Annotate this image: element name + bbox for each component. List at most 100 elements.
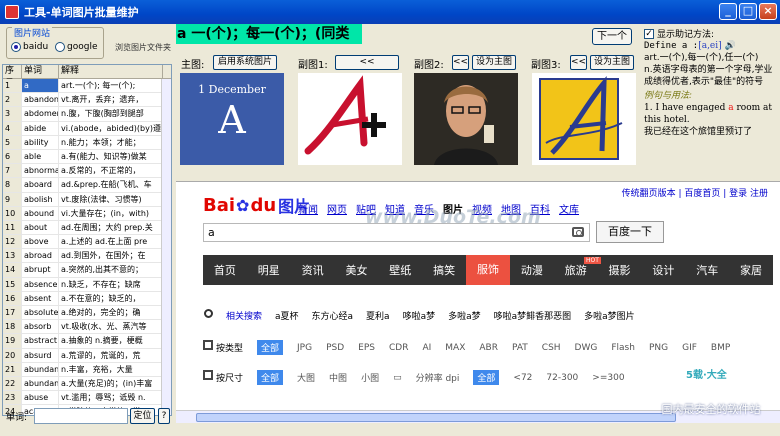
table-row[interactable]: 21abundancen.丰富，充裕，大量	[3, 362, 171, 377]
type-filter-option[interactable]: CDR	[389, 343, 408, 353]
use-system-image-button[interactable]: 启用系统图片	[213, 55, 277, 70]
camera-icon[interactable]	[572, 227, 584, 237]
nav-item[interactable]: 首页	[203, 262, 247, 278]
table-row[interactable]: 9 abolish vt.废除(法律、习惯等)	[3, 192, 171, 207]
nav-item[interactable]: 服饰	[466, 255, 510, 285]
table-row[interactable]: 11 about ad.在周围；大约 prep.关	[3, 220, 171, 236]
sub-image-2-set-main-button[interactable]: 设为主图	[472, 55, 516, 70]
resolution-option[interactable]: <72	[513, 373, 532, 383]
table-row[interactable]: 1 a art.一(个); 每一(个);	[3, 79, 171, 94]
type-filter-option[interactable]: Flash	[611, 343, 635, 353]
resolution-option[interactable]: >=300	[592, 373, 624, 383]
speaker-icon[interactable]: 🔊	[722, 41, 736, 51]
nav-item[interactable]: 家居	[729, 262, 773, 278]
resolution-option[interactable]: 全部	[473, 370, 500, 385]
table-row[interactable]: 3 abdomen n.腹，下腹(胸部到腿部	[3, 107, 171, 122]
browse-folder-link[interactable]: 浏览图片文件夹	[115, 42, 171, 53]
channel-link[interactable]: 新闻	[298, 201, 318, 216]
table-row[interactable]: 10 abound vi.大量存在；(in，with)	[3, 206, 171, 221]
nav-item[interactable]: 资讯	[291, 262, 335, 278]
sub-image-2-prev-button[interactable]: <<	[452, 55, 469, 70]
channel-link[interactable]: 视频	[472, 201, 492, 216]
nav-item[interactable]: 壁纸	[378, 262, 422, 278]
radio-google[interactable]: google	[55, 42, 97, 52]
table-row[interactable]: 8 aboard ad.&prep.在船(飞机、车	[3, 178, 171, 193]
related-search-link[interactable]: 哆啦a梦鲱香那恶图	[494, 309, 572, 322]
table-row[interactable]: 6 able a.有(能力、知识等)做某	[3, 149, 171, 165]
type-filter-option[interactable]: PSD	[326, 343, 344, 353]
table-row[interactable]: 17 absolute a.绝对的，完全的；确	[3, 306, 171, 321]
search-button[interactable]: 百度一下	[596, 221, 664, 243]
resolution-option[interactable]: 72-300	[546, 373, 578, 383]
table-row[interactable]: 15 absence n.缺乏，不存在；缺席	[3, 277, 171, 292]
sub-image-3-prev-button[interactable]: <<	[570, 55, 587, 70]
table-row[interactable]: 19 abstract a.抽象的 n.摘要，梗概	[3, 334, 171, 349]
main-image[interactable]: 1 December A	[180, 73, 284, 165]
table-row[interactable]: 16 absent a.不在意的；缺乏的，	[3, 291, 171, 306]
nav-item[interactable]: 明星	[247, 262, 291, 278]
channel-link[interactable]: 贴吧	[356, 201, 376, 216]
table-row[interactable]: 7 abnormal a.反常的，不正常的，	[3, 164, 171, 179]
embedded-browser[interactable]: 传统翻页版本 | 百度首页 | 登录 注册 Bai ✿ du 图片 新闻 网页 贴吧…	[176, 181, 780, 423]
header-index[interactable]: 序号	[3, 65, 22, 89]
show-mnemonic-checkbox[interactable]: ✓	[644, 28, 654, 39]
show-mnemonic-option[interactable]: ✓ 显示助记方法:	[644, 27, 714, 40]
related-search-link[interactable]: 多啦a梦图片	[584, 309, 635, 322]
table-row[interactable]: 23 abuse vt.滥用；辱骂；诋毁 n.	[3, 391, 171, 406]
type-filter-option[interactable]: JPG	[297, 343, 312, 353]
close-button[interactable]: ×	[759, 3, 777, 20]
nav-item[interactable]: 设计	[641, 262, 685, 278]
type-filter-option[interactable]: 全部	[257, 340, 284, 355]
related-search-link[interactable]: 夏利a	[366, 309, 390, 322]
radio-baidu-dot[interactable]	[11, 42, 21, 52]
channel-link[interactable]: 文库	[559, 201, 579, 216]
table-row[interactable]: 22 abundant a.大量(充足)的；(in)丰富	[3, 376, 171, 392]
channel-link[interactable]: 知道	[385, 201, 405, 216]
nav-item[interactable]: 搞笑	[422, 262, 466, 278]
size-filter-option[interactable]: 小图	[361, 371, 379, 384]
table-row[interactable]: 5 ability n.能力；本领；才能；	[3, 135, 171, 150]
nav-item[interactable]: 美女	[335, 262, 379, 278]
nav-item[interactable]: 动漫	[510, 262, 554, 278]
help-button[interactable]: ?	[158, 408, 170, 424]
type-filter-option[interactable]: DWG	[575, 343, 598, 353]
nav-item[interactable]: 汽车	[685, 262, 729, 278]
type-filter-option[interactable]: BMP	[711, 343, 730, 353]
table-row[interactable]: 14 abrupt a.突然的,出其不意的；	[3, 263, 171, 278]
nav-item[interactable]: 旅游	[554, 262, 598, 278]
related-search-link[interactable]: 哆啦a梦	[403, 309, 436, 322]
header-definition[interactable]: 解释	[59, 65, 163, 78]
channel-link[interactable]: 图片	[443, 201, 463, 216]
baidu-image-logo[interactable]: Bai ✿ du 图片	[203, 194, 310, 217]
image-search-input[interactable]: a	[203, 223, 590, 242]
sub-image-3-set-main-button[interactable]: 设为主图	[590, 55, 634, 70]
related-search-link[interactable]: 东方心经a	[312, 309, 354, 322]
scrollbar-thumb[interactable]	[196, 413, 676, 422]
table-row[interactable]: 12 above a.上述的 ad.在上面 pre	[3, 235, 171, 250]
maximize-button[interactable]: □	[739, 3, 757, 20]
header-word[interactable]: 单词	[22, 65, 59, 78]
type-filter-option[interactable]: MAX	[445, 343, 465, 353]
size-filter-option[interactable]: 全部	[257, 370, 284, 385]
channel-link[interactable]: 地图	[501, 201, 521, 216]
table-row[interactable]: 4 abide vi.(abode，abided)(by)遵	[3, 121, 171, 136]
channel-link[interactable]: 百科	[530, 201, 550, 216]
type-filter-option[interactable]: PAT	[512, 343, 528, 353]
baidu-top-links[interactable]: 传统翻页版本 | 百度首页 | 登录 注册	[622, 186, 768, 199]
sub-image-1-prev-button[interactable]: <<	[335, 55, 399, 70]
table-row[interactable]: 13 abroad ad.到国外，在国外；在	[3, 249, 171, 264]
type-filter-option[interactable]: AI	[422, 343, 431, 353]
type-filter-option[interactable]: ABR	[479, 343, 498, 353]
type-filter-option[interactable]: CSH	[542, 343, 561, 353]
size-filter-option[interactable]: 大图	[297, 371, 315, 384]
locate-button[interactable]: 定位	[130, 408, 155, 424]
sub-image-2[interactable]	[414, 73, 518, 165]
related-search-link[interactable]: a夏杯	[275, 309, 299, 322]
radio-baidu[interactable]: baidu	[11, 42, 48, 52]
browser-horizontal-scrollbar[interactable]	[176, 410, 780, 423]
radio-google-dot[interactable]	[55, 42, 65, 52]
type-filter-option[interactable]: PNG	[649, 343, 668, 353]
type-filter-option[interactable]: EPS	[358, 343, 375, 353]
sub-image-1[interactable]	[298, 73, 402, 165]
related-search-link[interactable]: 多啦a梦	[448, 309, 481, 322]
